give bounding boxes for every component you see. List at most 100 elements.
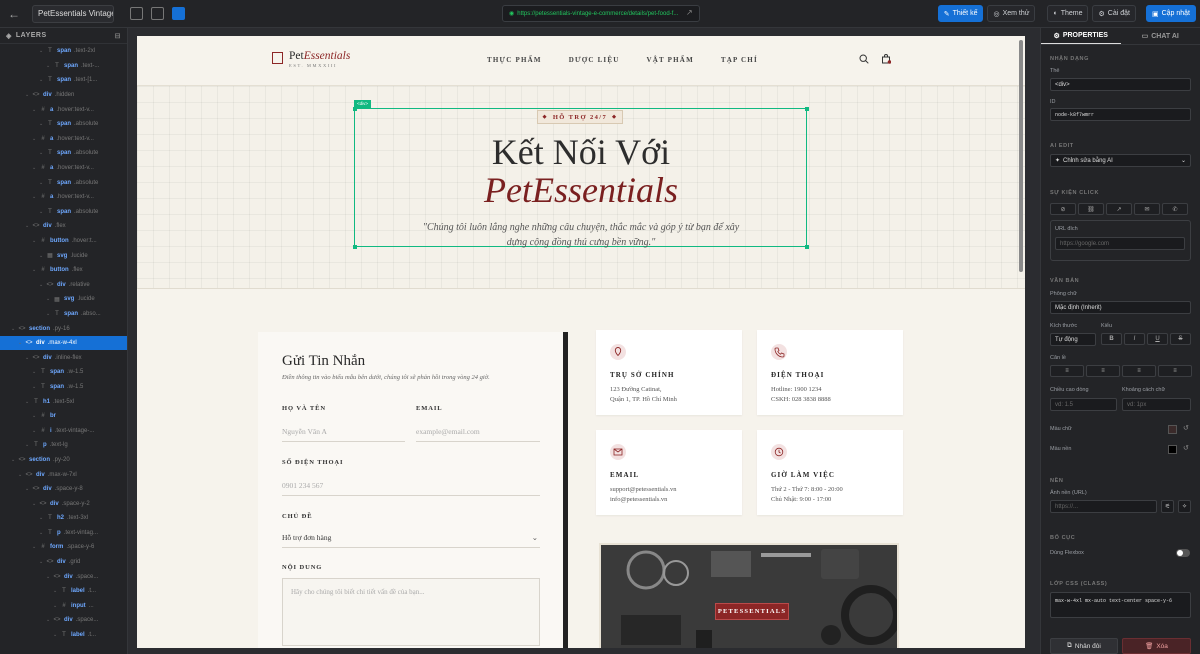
no-action-icon[interactable]: ⊘ bbox=[1050, 203, 1076, 215]
layer-row[interactable]: ⌄ <> div .space-y-8 bbox=[0, 482, 127, 497]
align-left-icon[interactable]: ≡ bbox=[1050, 365, 1084, 377]
layer-row[interactable]: ⌄ <> div .grid bbox=[0, 555, 127, 570]
flexbox-toggle[interactable] bbox=[1176, 549, 1190, 557]
underline-icon[interactable]: U bbox=[1147, 333, 1168, 345]
magic-wand-icon[interactable]: ✧ bbox=[1178, 500, 1191, 513]
layer-row[interactable]: ⌄ # button .flex bbox=[0, 263, 127, 278]
name-input[interactable]: Nguyễn Văn A bbox=[282, 427, 405, 442]
layer-row[interactable]: ⌄ Tspan .text-2xl bbox=[0, 44, 127, 59]
letter-spacing-input[interactable]: vd: 1px bbox=[1122, 398, 1191, 411]
font-select[interactable]: Mặc định (Inherit) bbox=[1050, 301, 1191, 314]
back-arrow-icon[interactable]: ← bbox=[8, 7, 22, 21]
align-center-icon[interactable]: ≡ bbox=[1086, 365, 1120, 377]
layer-row[interactable]: ⌄ <> div .space... bbox=[0, 569, 127, 584]
site-logo[interactable]: PetEssentials EST. MMXXIII bbox=[272, 50, 350, 68]
collapse-panel-icon[interactable]: ⊟ bbox=[115, 32, 121, 40]
id-field[interactable]: node-k8f7wmrr bbox=[1050, 108, 1191, 121]
resize-handle[interactable] bbox=[352, 244, 357, 249]
resize-handle[interactable] bbox=[352, 106, 357, 111]
layer-row[interactable]: ⌄ # i .text-vintage-... bbox=[0, 423, 127, 438]
mail-action-icon[interactable]: ✉ bbox=[1134, 203, 1160, 215]
ai-edit-select[interactable]: ✦ Chỉnh sửa bằng AI ⌄ bbox=[1050, 154, 1191, 167]
resize-handle[interactable] bbox=[804, 106, 809, 111]
external-icon[interactable]: ↗ bbox=[1106, 203, 1132, 215]
preview-button[interactable]: ◎ Xem thử bbox=[987, 5, 1036, 22]
layer-row[interactable]: ⌄ <> section .py-16 bbox=[0, 321, 127, 336]
layer-row[interactable]: ⌄ ▦ svg .lucide bbox=[0, 248, 127, 263]
tab-chat-ai[interactable]: ▭ CHAT AI bbox=[1121, 28, 1200, 44]
layer-row[interactable]: ⌄ # input... bbox=[0, 599, 127, 614]
layer-row[interactable]: ⌄ ▦ svg .lucide bbox=[0, 292, 127, 307]
settings-button[interactable]: ⚙ Cài đặt bbox=[1092, 5, 1136, 22]
menu-item-journal[interactable]: TẠP CHÍ bbox=[721, 56, 758, 64]
layer-row[interactable]: ⌄ <> div .max-w-7xl bbox=[0, 467, 127, 482]
layer-row[interactable]: ⌄ Tspan .text-[1... bbox=[0, 73, 127, 88]
layer-row[interactable]: ⌄ # form .space-y-6 bbox=[0, 540, 127, 555]
mobile-device-icon[interactable] bbox=[130, 7, 143, 20]
strikethrough-icon[interactable]: S bbox=[1170, 333, 1191, 345]
layer-row[interactable]: ⌄ <> section .py-20 bbox=[0, 453, 127, 468]
layer-row[interactable]: ⌄ <> div .inline-flex bbox=[0, 350, 127, 365]
bold-icon[interactable]: B bbox=[1101, 333, 1122, 345]
menu-item-herbal[interactable]: DƯỢC LIỆU bbox=[569, 56, 620, 64]
italic-icon[interactable]: I bbox=[1124, 333, 1145, 345]
reset-icon[interactable]: ↺ bbox=[1183, 424, 1189, 432]
delete-button[interactable]: 🗑 Xóa bbox=[1122, 638, 1191, 654]
layer-row[interactable]: ⌄ <> div .space... bbox=[0, 613, 127, 628]
resize-handle[interactable] bbox=[804, 244, 809, 249]
layer-row[interactable]: ⌄ # button .hover:t... bbox=[0, 234, 127, 249]
layer-row[interactable]: ⌄ <> div .relative bbox=[0, 278, 127, 293]
update-button[interactable]: ▣ Cập nhật bbox=[1145, 5, 1196, 22]
layer-row[interactable]: ⌄ # a .hover:text-v... bbox=[0, 190, 127, 205]
layer-row[interactable]: ⌄ <> div .max-w-4xl bbox=[0, 335, 127, 351]
duplicate-button[interactable]: ⧉ Nhân đôi bbox=[1050, 638, 1118, 654]
design-mode-button[interactable]: ✎ Thiết kế bbox=[937, 5, 984, 22]
cart-icon[interactable] bbox=[881, 54, 891, 64]
bg-color-swatch[interactable] bbox=[1168, 445, 1177, 454]
layer-row[interactable]: ⌄ Th1 .text-5xl bbox=[0, 394, 127, 409]
menu-item-goods[interactable]: VẬT PHẨM bbox=[646, 56, 693, 64]
layer-row[interactable]: ⌄ # a .hover:text-v... bbox=[0, 161, 127, 176]
layer-row[interactable]: ⌄ Tspan .absolute bbox=[0, 117, 127, 132]
layer-row[interactable]: ⌄ Tspan .absolute bbox=[0, 205, 127, 220]
layer-row[interactable]: ⌄ <> div .space-y-2 bbox=[0, 496, 127, 511]
size-select[interactable]: Tự động bbox=[1050, 333, 1096, 346]
layer-row[interactable]: ⌄ <> div .flex bbox=[0, 219, 127, 234]
layer-row[interactable]: ⌄ Tspan .w-1.5 bbox=[0, 365, 127, 380]
layer-row[interactable]: ⌄ # br bbox=[0, 409, 127, 424]
menu-item-food[interactable]: THỰC PHẨM bbox=[487, 56, 542, 64]
external-link-icon[interactable]: ↗ bbox=[686, 8, 693, 17]
phone-input[interactable]: 0901 234 567 bbox=[282, 481, 540, 496]
layer-row[interactable]: ⌄ Tspan .abso... bbox=[0, 307, 127, 322]
search-icon[interactable] bbox=[859, 54, 869, 64]
reset-icon[interactable]: ↺ bbox=[1183, 444, 1189, 452]
layer-row[interactable]: ⌄ Th2 .text-3xl bbox=[0, 511, 127, 526]
layer-row[interactable]: ⌄ Tspan .absolute bbox=[0, 146, 127, 161]
theme-button[interactable]: ◐ Theme bbox=[1047, 5, 1089, 22]
tab-properties[interactable]: ⚙ PROPERTIES bbox=[1041, 28, 1121, 44]
layer-row[interactable]: ⌄ Tspan .w-1.5 bbox=[0, 380, 127, 395]
align-right-icon[interactable]: ≡ bbox=[1122, 365, 1156, 377]
tag-field[interactable]: <div> bbox=[1050, 78, 1191, 91]
url-bar[interactable]: ◉ https://petessentials-vintage-e-commerc… bbox=[502, 5, 700, 22]
phone-action-icon[interactable]: ✆ bbox=[1162, 203, 1188, 215]
layer-row[interactable]: ⌄ <> div .hidden bbox=[0, 88, 127, 103]
layer-row[interactable]: ⌄ Tspan .absolute bbox=[0, 175, 127, 190]
css-class-input[interactable]: max-w-4xl mx-auto text-center space-y-6 bbox=[1050, 592, 1191, 618]
tablet-device-icon[interactable] bbox=[151, 7, 164, 20]
subject-select[interactable]: Hỗ trợ đơn hàng ⌄ bbox=[282, 533, 540, 548]
project-selector[interactable]: PetEssentials Vintage ... bbox=[32, 4, 114, 23]
align-justify-icon[interactable]: ≡ bbox=[1158, 365, 1192, 377]
canvas-scrollbar[interactable] bbox=[1019, 40, 1023, 272]
layer-row[interactable]: ⌄ Tlabel .t... bbox=[0, 628, 127, 643]
sliders-icon[interactable]: ⚟ bbox=[1161, 500, 1174, 513]
layer-row[interactable]: ⌄ Tp .text-vintag... bbox=[0, 526, 127, 541]
layer-row[interactable]: ⌄ # a .hover:text-v... bbox=[0, 102, 127, 117]
layer-row[interactable]: ⌄ # a .hover:text-v... bbox=[0, 132, 127, 147]
layer-row[interactable]: ⌄ Tp .text-lg bbox=[0, 438, 127, 453]
message-textarea[interactable]: Hãy cho chúng tôi biết chi tiết vấn đề c… bbox=[282, 578, 540, 646]
link-icon[interactable]: ⛓ bbox=[1078, 203, 1104, 215]
layer-row[interactable]: ⌄ Tlabel .t... bbox=[0, 584, 127, 599]
email-input[interactable]: example@email.com bbox=[416, 427, 540, 442]
bg-image-input[interactable]: https://... bbox=[1050, 500, 1157, 513]
